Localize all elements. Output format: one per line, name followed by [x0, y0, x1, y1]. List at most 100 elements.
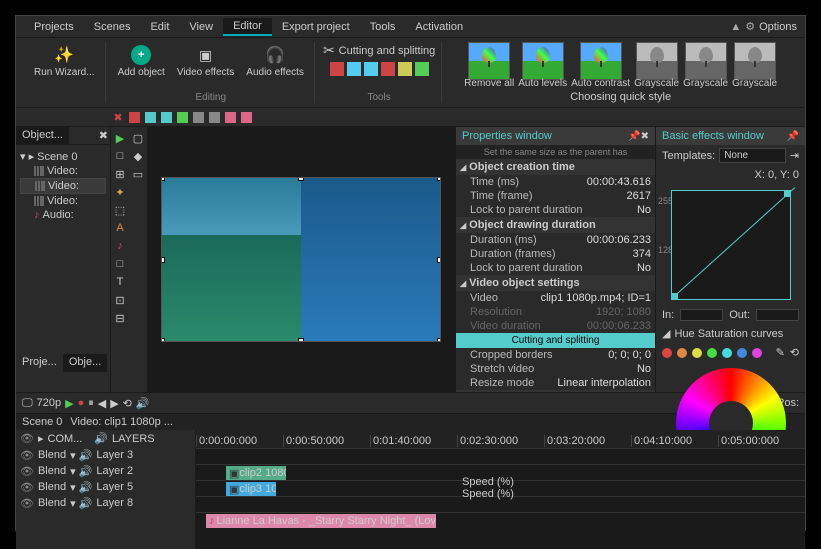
tb-btn-6[interactable]: [207, 110, 221, 124]
pause-button[interactable]: ⏸: [88, 397, 94, 410]
video-frame[interactable]: [161, 177, 441, 342]
tl-scene-label[interactable]: Scene 0: [22, 416, 62, 428]
color-green[interactable]: [707, 348, 717, 358]
color-yellow[interactable]: [692, 348, 702, 358]
tb-btn-7[interactable]: [223, 110, 237, 124]
color-red[interactable]: [662, 348, 672, 358]
vt-sub[interactable]: ⊟: [113, 311, 127, 325]
vt-music[interactable]: ♪: [113, 239, 127, 253]
menu-editor[interactable]: Editor: [223, 18, 272, 36]
video-effects-button[interactable]: ▣ Video effects: [173, 42, 238, 80]
add-object-button[interactable]: + Add object: [114, 42, 169, 80]
style-auto-levels[interactable]: [522, 42, 564, 80]
out-value[interactable]: [756, 309, 799, 321]
menu-scenes[interactable]: Scenes: [84, 19, 141, 35]
layer-row-2[interactable]: 👁Blend▾ 🔊Layer 2: [16, 463, 195, 479]
style-remove-all[interactable]: [468, 42, 510, 80]
menu-view[interactable]: View: [179, 19, 223, 35]
vt-text-t[interactable]: T: [113, 275, 127, 289]
tb-btn-2[interactable]: [143, 110, 157, 124]
color-blue[interactable]: [737, 348, 747, 358]
pin-icon[interactable]: 📌: [787, 131, 799, 142]
chevron-icon[interactable]: ▲: [730, 21, 741, 33]
export-icon[interactable]: ⇥: [790, 149, 799, 162]
color-orange[interactable]: [677, 348, 687, 358]
tb-btn-5[interactable]: [191, 110, 205, 124]
pin-icon[interactable]: 📌: [628, 131, 640, 142]
vt-grid[interactable]: ⊞: [113, 167, 127, 181]
vt-frame[interactable]: □: [113, 257, 127, 271]
resolution-dropdown[interactable]: 720p: [37, 397, 61, 409]
layer-row-8[interactable]: 👁Blend▾ 🔊Layer 8: [16, 495, 195, 511]
tb-btn-4[interactable]: [175, 110, 189, 124]
options-label[interactable]: Options: [759, 21, 797, 33]
vt-play[interactable]: ▶: [113, 131, 127, 145]
tool-marker2-button[interactable]: [364, 62, 378, 76]
layer-row-5[interactable]: 👁Blend▾ 🔊Layer 5: [16, 479, 195, 495]
resize-handle-tl[interactable]: [161, 177, 165, 181]
resize-handle-tm[interactable]: [298, 177, 304, 181]
monitor-icon[interactable]: 🖵: [22, 397, 33, 410]
hue-section[interactable]: ◢Hue Saturation curves: [656, 324, 805, 343]
section-creation-time[interactable]: ◢Object creation time: [456, 159, 655, 175]
next-frame-button[interactable]: ▶: [110, 397, 118, 410]
tool-marker1-button[interactable]: [347, 62, 361, 76]
resize-handle-bm[interactable]: [298, 338, 304, 342]
vt-chart[interactable]: ⊡: [113, 293, 127, 307]
eye-icon[interactable]: 👁: [20, 432, 34, 445]
cutting-splitting-button[interactable]: Cutting and splitting: [456, 333, 655, 348]
vt-text-a[interactable]: A: [113, 221, 127, 235]
section-drawing-duration[interactable]: ◢Object drawing duration: [456, 217, 655, 233]
loop-button[interactable]: ⟲: [123, 397, 132, 410]
tool-crop-button[interactable]: [398, 62, 412, 76]
gear-icon[interactable]: ⚙: [745, 20, 755, 33]
prev-frame-button[interactable]: ◀: [98, 397, 106, 410]
menu-projects[interactable]: Projects: [24, 19, 84, 35]
section-bg-color[interactable]: ◢Background color: [456, 390, 655, 392]
tool-razor-button[interactable]: [330, 62, 344, 76]
menu-tools[interactable]: Tools: [360, 19, 406, 35]
menu-activation[interactable]: Activation: [405, 19, 473, 35]
menu-export[interactable]: Export project: [272, 19, 360, 35]
tool-zoom-button[interactable]: [415, 62, 429, 76]
projects-tab[interactable]: Proje...: [16, 354, 63, 372]
video-node-1[interactable]: Video:: [20, 164, 106, 178]
tb-btn-8[interactable]: [239, 110, 253, 124]
clip-2[interactable]: ▣clip2 1080p_3: [226, 466, 286, 480]
layer-row-3[interactable]: 👁Blend▾ 🔊Layer 3: [16, 447, 195, 463]
audio-node[interactable]: ♪Audio:: [20, 208, 106, 222]
tool-cut-button[interactable]: [381, 62, 395, 76]
resize-handle-mr[interactable]: [437, 257, 441, 263]
vt2-2[interactable]: ◆: [131, 149, 145, 163]
clip-3[interactable]: ▣clip3 1080: [226, 482, 276, 496]
record-button[interactable]: ●: [78, 397, 85, 409]
run-wizard-button[interactable]: ✨ Run Wizard...: [30, 42, 99, 80]
objects-tab-2[interactable]: Obje...: [63, 354, 107, 372]
close-icon[interactable]: ✖: [641, 131, 649, 142]
style-grayscale-2[interactable]: [685, 42, 727, 80]
tb-btn-1[interactable]: [127, 110, 141, 124]
resize-handle-ml[interactable]: [161, 257, 165, 263]
delete-icon[interactable]: ✖: [111, 110, 125, 124]
clip-audio[interactable]: ♪Lianne La Havas - _Starry Starry Night_…: [206, 514, 436, 528]
video-preview[interactable]: [147, 127, 455, 392]
scene-node[interactable]: ▾ ▸Scene 0: [20, 149, 106, 164]
eyedropper-icon[interactable]: ✎: [776, 346, 785, 359]
volume-icon[interactable]: 🔊: [136, 397, 150, 410]
properties-hint[interactable]: Set the same size as the parent has: [456, 145, 655, 159]
style-grayscale-1[interactable]: [636, 42, 678, 80]
resize-handle-tr[interactable]: [437, 177, 441, 181]
video-node-2[interactable]: Video:: [20, 178, 106, 194]
audio-effects-button[interactable]: 🎧 Audio effects: [242, 42, 308, 80]
in-value[interactable]: [680, 309, 723, 321]
color-magenta[interactable]: [752, 348, 762, 358]
video-node-3[interactable]: Video:: [20, 194, 106, 208]
tb-btn-3[interactable]: [159, 110, 173, 124]
color-cyan[interactable]: [722, 348, 732, 358]
curve-editor[interactable]: [671, 190, 791, 300]
style-auto-contrast[interactable]: [580, 42, 622, 80]
reset-icon[interactable]: ⟲: [790, 346, 799, 359]
resize-handle-bl[interactable]: [161, 338, 165, 342]
menu-edit[interactable]: Edit: [140, 19, 179, 35]
resize-handle-br[interactable]: [437, 338, 441, 342]
